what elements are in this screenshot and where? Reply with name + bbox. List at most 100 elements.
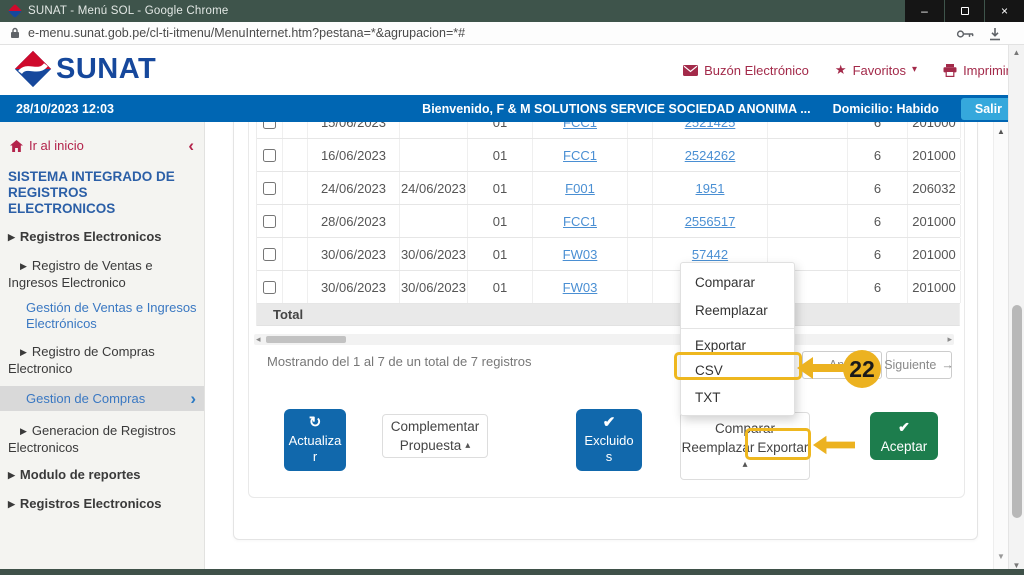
table-horizontal-scrollbar[interactable]: ◂ ▸ <box>254 334 954 345</box>
cell-col7: 201000 <box>908 205 961 237</box>
serie-link[interactable]: FCC1 <box>563 122 597 130</box>
buzon-electronico-link[interactable]: Buzón Electrónico <box>683 63 809 78</box>
maximize-button[interactable] <box>945 0 984 22</box>
session-bar: 28/10/2023 12:03 Bienvenido, F & M SOLUT… <box>0 95 1024 122</box>
numero-link[interactable]: 2521425 <box>685 122 736 130</box>
export-dropdown-menu: Comparar Reemplazar Exportar CSV TXT <box>680 262 795 416</box>
sidebar-item-modulo-reportes[interactable]: ▶Modulo de reportes <box>0 467 204 484</box>
minimize-icon: – <box>921 4 928 18</box>
cell-col7: 206032 <box>908 172 961 204</box>
serie-link[interactable]: FCC1 <box>563 214 597 229</box>
menu-item-reemplazar[interactable]: Reemplazar <box>681 296 794 324</box>
row-checkbox[interactable] <box>263 248 276 261</box>
sidebar-item-label: Modulo de reportes <box>20 467 141 482</box>
excluidos-button[interactable]: ✔ Excluidos <box>576 409 642 471</box>
url-text: e-menu.sunat.gob.pe/cl-ti-itmenu/MenuInt… <box>28 26 465 40</box>
hscroll-thumb[interactable] <box>266 336 346 343</box>
arrow-right-icon: → <box>941 358 954 372</box>
check-icon: ✔ <box>603 415 616 431</box>
sidebar-item-registros-electronicos[interactable]: ▶Registros Electronicos <box>0 229 204 246</box>
sidebar-item-label: Registro de Compras Electronico <box>8 344 155 376</box>
sidebar-item-label: Registros Electronicos <box>20 229 162 244</box>
menu-item-txt[interactable]: TXT <box>681 384 794 410</box>
cell-col6: 6 <box>848 122 908 138</box>
aceptar-label: Aceptar <box>881 439 928 454</box>
sidebar-item-registro-ventas[interactable]: ▶Registro de Ventas e Ingresos Electroni… <box>0 258 204 290</box>
exportar-highlight-box <box>745 428 811 460</box>
numero-link[interactable]: 57442 <box>692 247 728 262</box>
sidebar-item-generacion-registros[interactable]: ▶Generacion de Registros Electronicos <box>0 423 204 455</box>
table-row: 28/06/2023 01 FCC1 2556517 6 201000 <box>257 205 960 238</box>
serie-link[interactable]: FCC1 <box>563 148 597 163</box>
scroll-right-icon[interactable]: ▸ <box>947 334 952 345</box>
complementar-propuesta-button[interactable]: Complementar Propuesta▴ <box>382 414 488 458</box>
serie-link[interactable]: F001 <box>565 181 595 196</box>
row-checkbox[interactable] <box>263 215 276 228</box>
sidebar: Ir al inicio ‹ SISTEMA INTEGRADO DE REGI… <box>0 122 205 569</box>
bullet-icon: ▶ <box>20 261 27 271</box>
serie-link[interactable]: FW03 <box>563 247 598 262</box>
sidebar-item-gestion-compras-active[interactable]: Gestion de Compras › <box>0 386 204 411</box>
numero-link[interactable]: 2556517 <box>685 214 736 229</box>
row-checkbox[interactable] <box>263 281 276 294</box>
menu-divider <box>681 328 794 329</box>
row-checkbox[interactable] <box>263 149 276 162</box>
window-controls: – × <box>904 0 1024 22</box>
browser-scrollbar[interactable]: ▲ ▼ <box>1008 45 1024 575</box>
compras-table: 15/06/2023 01 FCC1 2521425 6 201000 16/0… <box>256 122 960 326</box>
password-key-icon[interactable] <box>956 29 974 39</box>
cell-tipo: 01 <box>468 139 533 171</box>
table-total-row: Total <box>257 304 960 326</box>
cell-tipo: 01 <box>468 205 533 237</box>
check-icon: ✔ <box>898 419 910 436</box>
cell-tipo: 01 <box>468 172 533 204</box>
row-checkbox[interactable] <box>263 182 276 195</box>
frame-scrollbar[interactable]: ▲ ▼ <box>993 122 1008 569</box>
brand-text: SUNAT <box>56 53 156 86</box>
scroll-left-icon[interactable]: ◂ <box>256 334 261 345</box>
cell-fecha-emision: 28/06/2023 <box>308 205 400 237</box>
next-page-button[interactable]: Siguiente → <box>886 351 952 379</box>
cell-fecha-venc: 30/06/2023 <box>400 271 468 303</box>
domicilio-status: Domicilio: Habido <box>833 102 939 116</box>
cell-fecha-emision: 15/06/2023 <box>308 122 400 138</box>
sidebar-item-registros-electronicos-2[interactable]: ▶Registros Electronicos <box>0 496 204 513</box>
grp-reemplazar-label: Reemplazar <box>682 438 755 457</box>
scroll-up-icon[interactable]: ▲ <box>1009 48 1024 57</box>
table-panel: 15/06/2023 01 FCC1 2521425 6 201000 16/0… <box>248 122 965 498</box>
scroll-up-icon[interactable]: ▲ <box>994 127 1008 136</box>
numero-link[interactable]: 1951 <box>696 181 725 196</box>
imprimir-label: Imprimir <box>963 63 1010 78</box>
complementar-label-1: Complementar <box>391 417 480 436</box>
menu-item-comparar[interactable]: Comparar <box>681 268 794 296</box>
caret-up-icon: ▴ <box>742 460 747 470</box>
download-icon[interactable] <box>988 27 1002 41</box>
scrollbar-thumb[interactable] <box>1012 305 1022 518</box>
collapse-sidebar-icon[interactable]: ‹ <box>188 140 194 152</box>
favoritos-menu[interactable]: ★ Favoritos ▾ <box>835 62 917 78</box>
scroll-down-icon[interactable]: ▼ <box>994 552 1008 561</box>
sidebar-home-link[interactable]: Ir al inicio ‹ <box>0 122 204 153</box>
actualizar-button[interactable]: ↻ Actualizar <box>284 409 346 471</box>
cell-col6: 6 <box>848 139 908 171</box>
imprimir-link[interactable]: Imprimir <box>943 63 1010 78</box>
cell-tipo: 01 <box>468 238 533 270</box>
close-button[interactable]: × <box>985 0 1024 22</box>
sunat-logo[interactable]: SUNAT <box>14 50 156 88</box>
address-bar[interactable]: e-menu.sunat.gob.pe/cl-ti-itmenu/MenuInt… <box>0 22 1024 45</box>
numero-link[interactable]: 2524262 <box>685 148 736 163</box>
tab-favicon <box>8 4 22 18</box>
sidebar-item-registro-compras[interactable]: ▶Registro de Compras Electronico <box>0 344 204 376</box>
aceptar-button[interactable]: ✔ Aceptar <box>870 412 938 460</box>
cell-fecha-emision: 30/06/2023 <box>308 271 400 303</box>
cell-fecha-venc: 24/06/2023 <box>400 172 468 204</box>
home-icon <box>10 140 23 152</box>
sidebar-item-gestion-ventas[interactable]: Gestión de Ventas e Ingresos Electrónico… <box>0 300 204 332</box>
cell-fecha-emision: 24/06/2023 <box>308 172 400 204</box>
favoritos-label: Favoritos <box>853 63 906 78</box>
row-checkbox[interactable] <box>263 122 276 129</box>
serie-link[interactable]: FW03 <box>563 280 598 295</box>
welcome-text: Bienvenido, F & M SOLUTIONS SERVICE SOCI… <box>422 102 810 116</box>
minimize-button[interactable]: – <box>905 0 944 22</box>
actualizar-label: Actualizar <box>288 433 342 465</box>
